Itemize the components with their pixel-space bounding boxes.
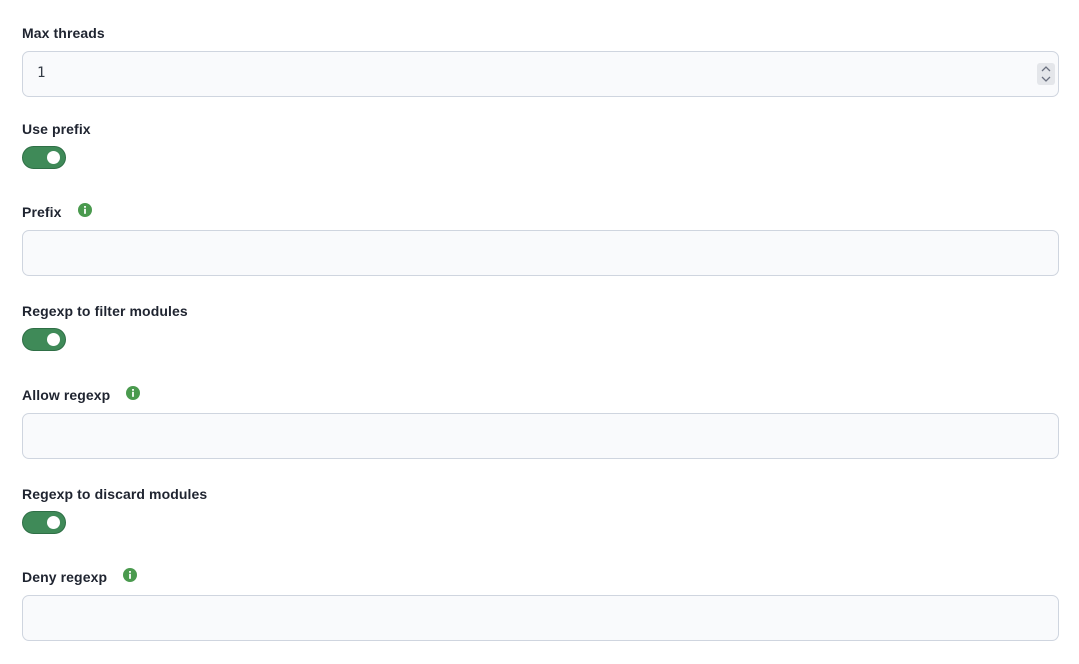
max-threads-value: 1 xyxy=(37,65,46,81)
toggle-knob xyxy=(47,151,60,164)
use-prefix-toggle[interactable] xyxy=(22,146,66,169)
max-threads-input[interactable]: 1 xyxy=(22,51,1059,97)
number-stepper[interactable] xyxy=(1037,63,1055,85)
max-threads-label: Max threads xyxy=(22,25,105,41)
allow-regexp-field: Allow regexp xyxy=(22,385,1059,459)
deny-regexp-input[interactable] xyxy=(22,595,1059,641)
regexp-discard-label-row: Regexp to discard modules xyxy=(22,484,1059,504)
allow-regexp-label-row: Allow regexp xyxy=(22,385,1059,405)
chevron-down-icon xyxy=(1041,76,1051,82)
regexp-filter-label-row: Regexp to filter modules xyxy=(22,301,1059,321)
use-prefix-label-row: Use prefix xyxy=(22,119,1059,139)
settings-form: Max threads 1 Use prefix Prefix Regexp t… xyxy=(0,0,1079,664)
deny-regexp-label: Deny regexp xyxy=(22,569,108,585)
use-prefix-label: Use prefix xyxy=(22,121,91,137)
toggle-knob xyxy=(47,333,60,346)
deny-regexp-label-row: Deny regexp xyxy=(22,567,1059,587)
prefix-input[interactable] xyxy=(22,230,1059,276)
regexp-filter-toggle[interactable] xyxy=(22,328,66,351)
regexp-discard-label: Regexp to discard modules xyxy=(22,486,208,502)
allow-regexp-input[interactable] xyxy=(22,413,1059,459)
info-icon[interactable] xyxy=(126,386,141,400)
prefix-label-row: Prefix xyxy=(22,202,1059,222)
use-prefix-field: Use prefix xyxy=(22,119,1059,169)
allow-regexp-label: Allow regexp xyxy=(22,387,111,403)
max-threads-label-row: Max threads xyxy=(22,23,1059,43)
info-icon[interactable] xyxy=(77,203,92,217)
info-icon[interactable] xyxy=(123,568,138,582)
toggle-knob xyxy=(47,516,60,529)
regexp-filter-label: Regexp to filter modules xyxy=(22,303,188,319)
regexp-discard-field: Regexp to discard modules xyxy=(22,484,1059,534)
max-threads-field: Max threads 1 xyxy=(22,23,1059,97)
chevron-up-icon xyxy=(1041,66,1051,72)
regexp-discard-toggle[interactable] xyxy=(22,511,66,534)
prefix-field: Prefix xyxy=(22,202,1059,276)
regexp-filter-field: Regexp to filter modules xyxy=(22,301,1059,351)
deny-regexp-field: Deny regexp xyxy=(22,567,1059,641)
prefix-label: Prefix xyxy=(22,204,62,220)
